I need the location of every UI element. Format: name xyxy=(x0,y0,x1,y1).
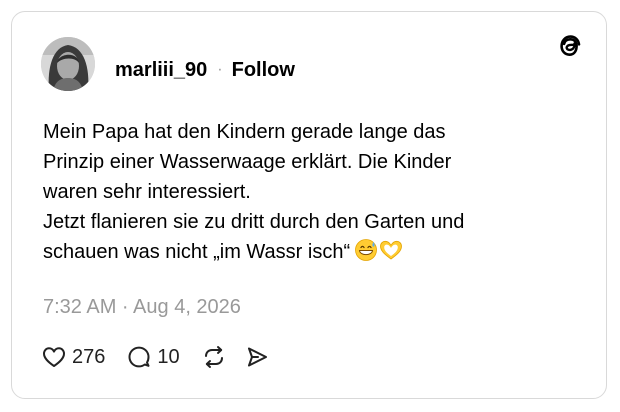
grinning-sweat-emoji-icon xyxy=(355,239,378,261)
share-button[interactable] xyxy=(244,344,270,370)
post-header: marliii_90 · Follow xyxy=(115,58,295,82)
follow-button[interactable]: Follow xyxy=(232,58,295,82)
like-button[interactable]: 276 xyxy=(41,344,105,370)
username[interactable]: marliii_90 xyxy=(115,58,207,82)
post-text-last-line: schauen was nicht „im Wassr isch“ xyxy=(43,237,588,271)
reply-button[interactable]: 10 xyxy=(126,344,180,370)
avatar-photo xyxy=(41,37,95,91)
post-card: marliii_90 · Follow Mein Papa hat den Ki… xyxy=(11,11,607,399)
post-text-line: schauen was nicht „im Wassr isch“ xyxy=(43,241,351,263)
post-text-line: Mein Papa hat den Kindern gerade lange d… xyxy=(43,121,446,143)
speech-bubble-icon xyxy=(128,346,150,368)
action-bar: 276 10 xyxy=(41,342,270,372)
repost-button[interactable] xyxy=(201,344,227,370)
threads-logo-icon[interactable] xyxy=(555,31,585,61)
avatar[interactable] xyxy=(41,37,95,91)
header-separator: · xyxy=(217,61,223,78)
reply-count: 10 xyxy=(157,346,180,368)
post-body: Mein Papa hat den Kindern gerade lange d… xyxy=(43,117,588,271)
post-text-line: Jetzt flanieren sie zu dritt durch den G… xyxy=(43,211,465,233)
timestamp[interactable]: 7:32 AM · Aug 4, 2026 xyxy=(43,294,241,320)
emoji-group xyxy=(354,238,404,271)
heart-icon xyxy=(43,347,65,367)
post-text-line: waren sehr interessiert. xyxy=(43,181,251,203)
like-count: 276 xyxy=(72,346,106,368)
send-icon xyxy=(247,347,267,367)
post-text-line: Prinzip einer Wasserwaage erklärt. Die K… xyxy=(43,151,452,173)
heart-hands-emoji-icon xyxy=(380,240,403,260)
repost-icon xyxy=(204,346,223,368)
